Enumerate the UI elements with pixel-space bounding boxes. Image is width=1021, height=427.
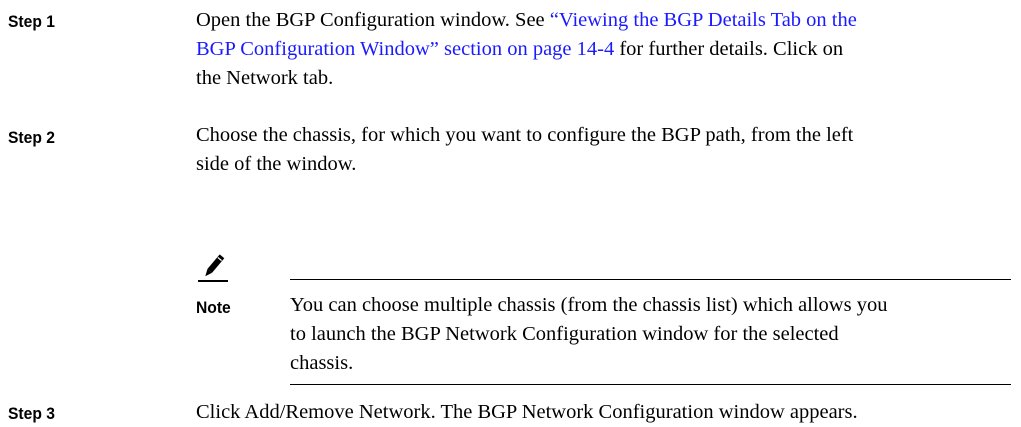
step-2-line-2: side of the window. — [196, 153, 357, 175]
step-1-text-post: for further details. Click on — [614, 38, 844, 60]
step-2-line-1: Choose the chassis, for which you want t… — [196, 124, 854, 146]
note-text-line-3: chassis. — [290, 352, 354, 374]
step-1-line-2: BGP Configuration Window” section on pag… — [196, 35, 843, 64]
step-1-label: Step 1 — [8, 12, 55, 31]
step-2-label: Step 2 — [8, 128, 55, 147]
pencil-note-icon — [198, 254, 228, 282]
note-text-line-2: to launch the BGP Network Configuration … — [290, 323, 839, 345]
note-bottom-rule — [290, 384, 1011, 385]
note-label: Note — [196, 298, 231, 317]
section-link-part-1[interactable]: “Viewing the BGP Details Tab on the — [550, 9, 857, 31]
step-1-line-3: the Network tab. — [196, 67, 334, 89]
section-link-part-2[interactable]: BGP Configuration Window” section on pag… — [196, 38, 614, 60]
step-1-line-1: Open the BGP Configuration window. See “… — [196, 6, 857, 35]
step-1-text-pre: Open the BGP Configuration window. See — [196, 9, 550, 31]
step-3-line-1: Click Add/Remove Network. The BGP Networ… — [196, 401, 858, 423]
step-3-label: Step 3 — [8, 404, 55, 423]
note-text-line-1: You can choose multiple chassis (from th… — [290, 294, 888, 316]
note-top-rule — [290, 279, 1011, 280]
